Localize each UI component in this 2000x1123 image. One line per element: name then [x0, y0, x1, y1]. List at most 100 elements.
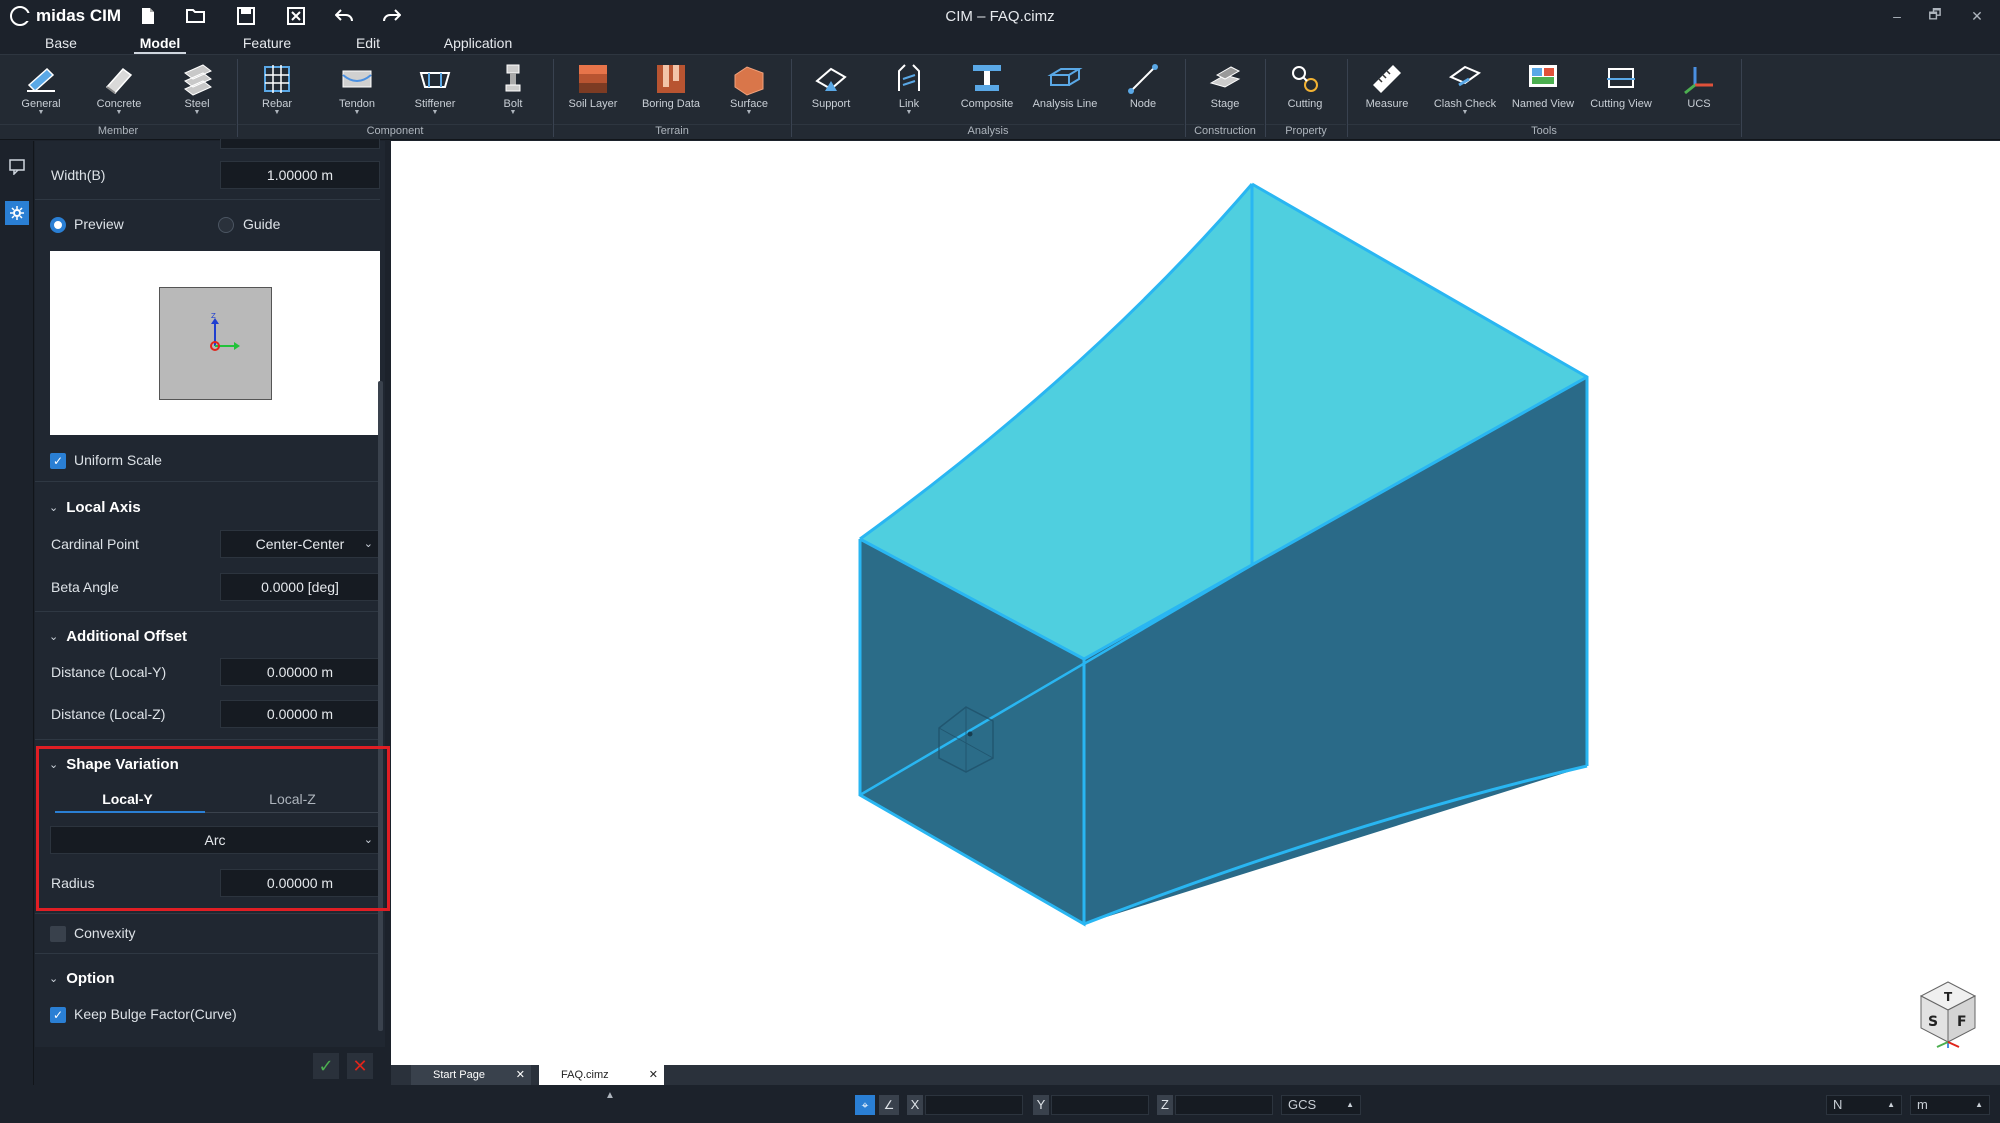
preview-radio[interactable] — [50, 217, 66, 233]
soil-layer-label: Soil Layer — [568, 98, 618, 110]
composite-label: Composite — [960, 98, 1014, 110]
coord-system-select[interactable]: GCS ▲ — [1281, 1095, 1361, 1115]
additional-offset-header[interactable]: ⌄ Additional Offset — [49, 628, 187, 645]
beta-angle-label: Beta Angle — [51, 579, 119, 595]
restore-button[interactable]: 🗗 — [1920, 4, 1950, 28]
coord-system-value: GCS — [1288, 1097, 1317, 1112]
chevron-down-icon: ⌄ — [363, 538, 373, 550]
composite-icon — [973, 65, 1001, 91]
left-icon-strip — [0, 141, 34, 1085]
tab-start-page[interactable]: Start Page ✕ — [411, 1065, 531, 1085]
3d-viewport[interactable] — [391, 141, 2000, 1065]
cutting-view-label: Cutting View — [1590, 98, 1652, 110]
distance-y-input[interactable]: 0.00000 m — [220, 658, 380, 686]
apply-check-button[interactable]: ✓ — [313, 1053, 339, 1079]
minimize-button[interactable]: – — [1882, 4, 1912, 28]
cutting-view-button[interactable]: Cutting View — [1588, 61, 1654, 121]
support-button[interactable]: Support — [798, 61, 864, 121]
steel-button[interactable]: Steel ▼ — [164, 61, 230, 121]
keep-bulge-checkbox[interactable]: ✓ — [50, 1007, 66, 1023]
close-file-icon[interactable] — [284, 4, 308, 28]
open-folder-icon[interactable] — [184, 4, 208, 28]
solid-model[interactable] — [391, 141, 2000, 1065]
group-terrain: Terrain — [554, 124, 790, 139]
panel-scrollbar[interactable] — [378, 381, 383, 1031]
save-icon[interactable] — [234, 4, 258, 28]
stage-label: Stage — [1210, 98, 1240, 110]
beta-angle-input[interactable]: 0.0000 [deg] — [220, 573, 380, 601]
analysis-line-button[interactable]: Analysis Line — [1032, 61, 1098, 121]
viewcube-left-label: S — [1928, 1014, 1938, 1030]
uniform-scale-label: Uniform Scale — [74, 452, 162, 468]
redo-icon[interactable] — [380, 4, 404, 28]
document-tabs: Start Page ✕ FAQ.cimz ✕ — [391, 1065, 2000, 1085]
cutting-button[interactable]: Cutting — [1272, 61, 1338, 121]
option-title: Option — [66, 970, 115, 987]
panel-footer: ✓ ✕ — [35, 1047, 385, 1085]
settings-gear-icon[interactable] — [5, 201, 29, 225]
rebar-button[interactable]: Rebar ▼ — [244, 61, 310, 121]
width-input[interactable]: 1.00000 m — [220, 161, 380, 189]
general-button[interactable]: General ▼ — [8, 61, 74, 121]
analysis-line-icon — [1047, 68, 1083, 86]
keep-bulge-label: Keep Bulge Factor(Curve) — [74, 1006, 237, 1022]
clash-check-button[interactable]: Clash Check ▼ — [1432, 61, 1498, 121]
ucs-button[interactable]: UCS — [1666, 61, 1732, 121]
stiffener-icon — [419, 72, 451, 88]
tab-application[interactable]: Application — [436, 34, 520, 54]
snap-icon[interactable]: ⌖ — [855, 1095, 875, 1115]
tab-edit[interactable]: Edit — [350, 34, 386, 54]
force-unit-select[interactable]: N ▲ — [1826, 1095, 1902, 1115]
stiffener-button[interactable]: Stiffener ▼ — [402, 61, 468, 121]
stage-button[interactable]: Stage — [1192, 61, 1258, 121]
tab-base[interactable]: Base — [36, 34, 86, 54]
length-unit-select[interactable]: m ▲ — [1910, 1095, 1990, 1115]
collapse-up-icon[interactable]: ▲ — [600, 1085, 620, 1105]
chevron-up-icon: ▲ — [1346, 1100, 1354, 1109]
new-file-icon[interactable] — [136, 4, 160, 28]
x-coordinate-input[interactable] — [925, 1095, 1023, 1115]
ucs-label: UCS — [1687, 98, 1711, 110]
viewcube-right-label: F — [1957, 1014, 1967, 1030]
angle-icon[interactable]: ∠ — [879, 1095, 899, 1115]
uniform-scale-checkbox[interactable]: ✓ — [50, 453, 66, 469]
named-view-label: Named View — [1511, 98, 1575, 110]
composite-button[interactable]: Composite — [954, 61, 1020, 121]
tendon-button[interactable]: Tendon ▼ — [324, 61, 390, 121]
surface-button[interactable]: Surface ▼ — [716, 61, 782, 121]
comment-icon[interactable] — [5, 155, 29, 179]
highlight-box — [36, 746, 390, 911]
rebar-icon — [264, 65, 290, 93]
y-coordinate-input[interactable] — [1051, 1095, 1149, 1115]
measure-button[interactable]: Measure — [1354, 61, 1420, 121]
preview-label: Preview — [74, 216, 124, 232]
chevron-down-icon: ⌄ — [49, 631, 59, 643]
cardinal-point-select[interactable]: Center-Center ⌄ — [220, 530, 380, 558]
boring-data-button[interactable]: Boring Data — [638, 61, 704, 121]
cardinal-point-label: Cardinal Point — [51, 536, 139, 552]
view-cube[interactable]: T S F — [1917, 980, 1979, 1050]
guide-radio[interactable] — [218, 217, 234, 233]
close-icon[interactable]: ✕ — [516, 1065, 525, 1085]
z-coordinate-input[interactable] — [1175, 1095, 1273, 1115]
close-button[interactable]: ✕ — [1962, 4, 1992, 28]
named-view-button[interactable]: Named View — [1510, 61, 1576, 121]
concrete-button[interactable]: Concrete ▼ — [86, 61, 152, 121]
tab-faq-cimz[interactable]: FAQ.cimz ✕ — [539, 1065, 664, 1085]
option-header[interactable]: ⌄ Option — [49, 970, 115, 987]
force-unit-value: N — [1833, 1097, 1843, 1112]
local-axis-header[interactable]: ⌄ Local Axis — [49, 499, 141, 516]
cancel-x-button[interactable]: ✕ — [347, 1053, 373, 1079]
link-button[interactable]: Link ▼ — [876, 61, 942, 121]
tab-feature[interactable]: Feature — [238, 34, 296, 54]
link-icon — [898, 64, 920, 91]
undo-icon[interactable] — [332, 4, 356, 28]
bolt-button[interactable]: Bolt ▼ — [480, 61, 546, 121]
node-button[interactable]: Node — [1110, 61, 1176, 121]
tab-model[interactable]: Model — [134, 34, 186, 54]
convexity-checkbox[interactable] — [50, 926, 66, 942]
soil-layer-button[interactable]: Soil Layer — [560, 61, 626, 121]
close-icon[interactable]: ✕ — [649, 1065, 658, 1085]
distance-z-input[interactable]: 0.00000 m — [220, 700, 380, 728]
viewcube-top-label: T — [1944, 990, 1953, 1004]
